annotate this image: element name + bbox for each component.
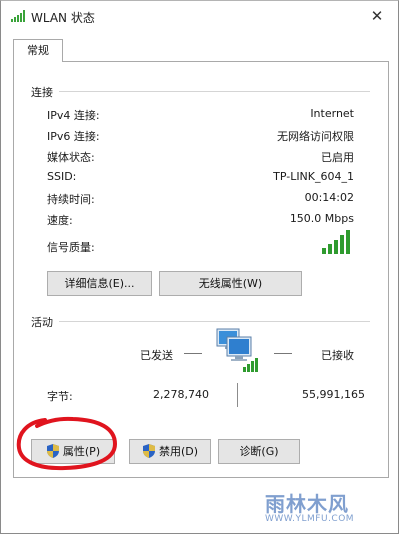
sent-line [184, 353, 202, 354]
wifi-signal-icon [11, 10, 25, 22]
wireless-properties-button[interactable]: 无线属性(W) [159, 271, 302, 296]
media-state-value: 已启用 [321, 151, 354, 164]
bytes-separator [237, 383, 238, 407]
activity-divider [59, 321, 370, 322]
duration-label: 持续时间: [47, 193, 95, 206]
signal-quality-label: 信号质量: [47, 241, 95, 254]
ipv4-value: Internet [310, 107, 354, 120]
disable-button-label: 禁用(D) [158, 445, 199, 458]
wlan-status-window: WLAN 状态 ✕ 常规 连接 IPv4 连接: Internet IPv6 连… [0, 0, 399, 534]
speed-value: 150.0 Mbps [289, 212, 354, 225]
media-state-label: 媒体状态: [47, 151, 95, 164]
diagnose-button[interactable]: 诊断(G) [218, 439, 300, 464]
received-label: 已接收 [321, 349, 354, 362]
received-line [274, 353, 292, 354]
ipv6-value: 无网络访问权限 [277, 130, 354, 143]
ssid-label: SSID: [47, 170, 77, 183]
signal-strength-icon [322, 230, 350, 254]
red-annotation-circle [16, 416, 118, 471]
ipv4-label: IPv4 连接: [47, 109, 100, 122]
bytes-received-value: 55,991,165 [302, 388, 365, 401]
tab-general[interactable]: 常规 [13, 39, 63, 62]
network-computers-icon [216, 328, 258, 372]
uac-shield-icon [142, 444, 155, 458]
title-bar[interactable]: WLAN 状态 ✕ [1, 1, 398, 33]
details-button[interactable]: 详细信息(E)... [47, 271, 152, 296]
bytes-label: 字节: [47, 390, 73, 403]
connection-heading: 连接 [31, 86, 53, 99]
close-button[interactable]: ✕ [360, 3, 394, 29]
bytes-sent-value: 2,278,740 [153, 388, 209, 401]
window-title: WLAN 状态 [31, 11, 95, 25]
ipv6-label: IPv6 连接: [47, 130, 100, 143]
close-icon: ✕ [370, 7, 384, 25]
sent-label: 已发送 [140, 349, 173, 362]
watermark-url: WWW.YLMFU.COM [265, 514, 355, 524]
disable-button[interactable]: 禁用(D) [129, 439, 211, 464]
activity-heading: 活动 [31, 316, 53, 329]
watermark-text: 雨林木风 [265, 492, 349, 516]
connection-divider [59, 91, 370, 92]
speed-label: 速度: [47, 214, 73, 227]
duration-value: 00:14:02 [304, 191, 354, 204]
ssid-value: TP-LINK_604_1 [273, 170, 354, 183]
